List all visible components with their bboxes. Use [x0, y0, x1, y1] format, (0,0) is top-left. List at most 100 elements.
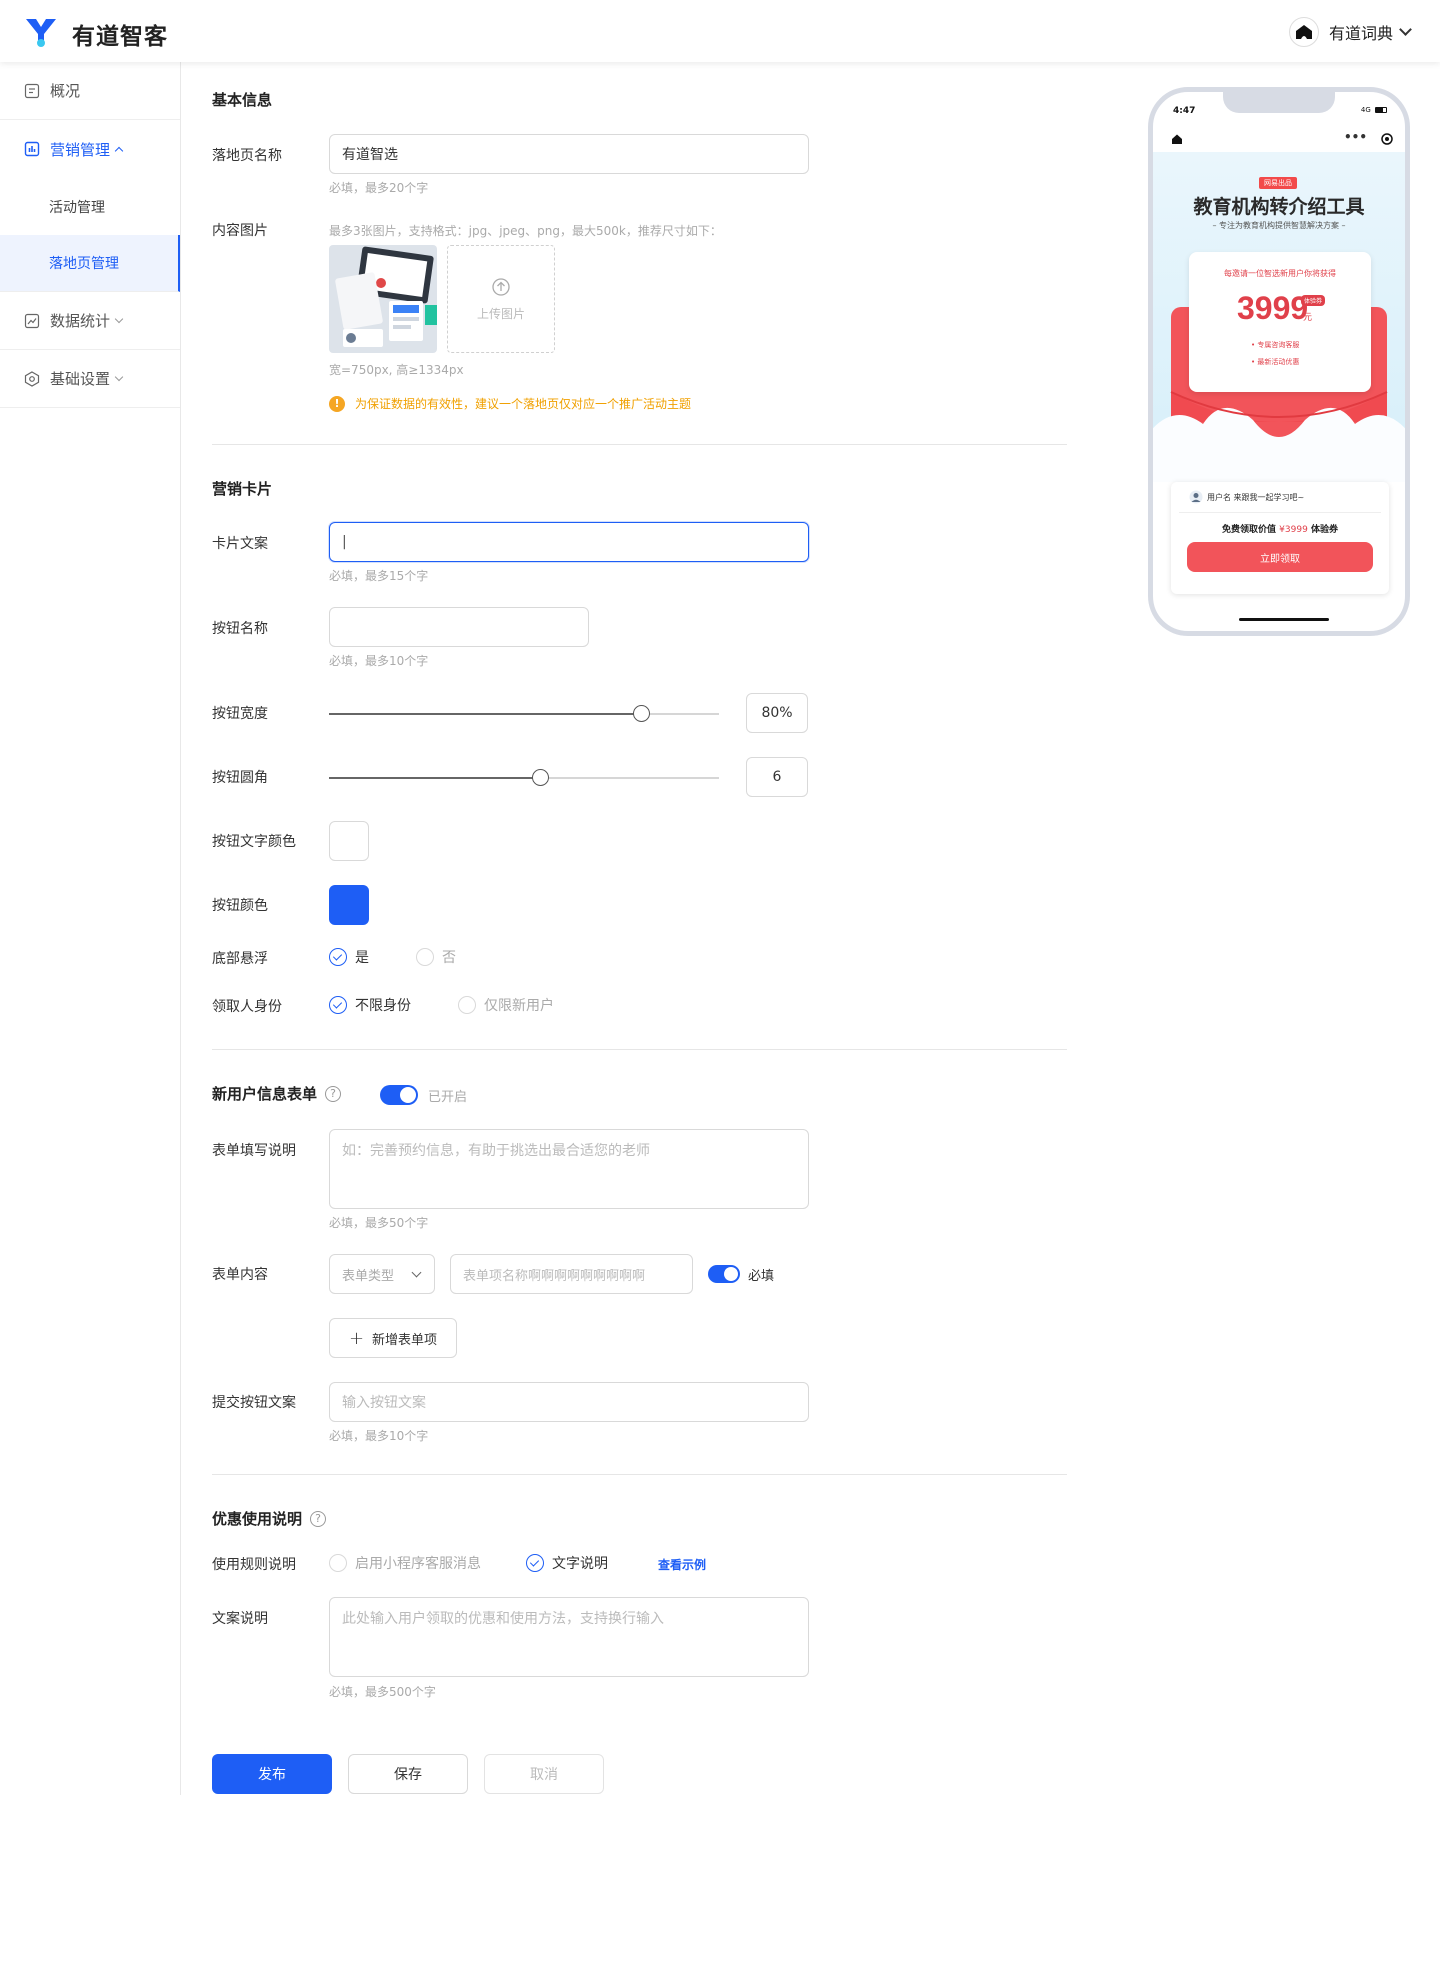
battery-icon	[1375, 107, 1387, 113]
card-copy-input[interactable]: |	[329, 522, 809, 562]
claimer-new-radio[interactable]: 仅限新用户	[458, 995, 554, 1015]
radio-label: 仅限新用户	[484, 998, 554, 1014]
radio-label: 启用小程序客服消息	[355, 1556, 481, 1572]
close-capsule-icon[interactable]	[1381, 133, 1393, 145]
card-copy-hint: 必填，最多15个字	[329, 569, 429, 583]
chevron-up-icon	[114, 146, 124, 155]
slider-handle[interactable]	[531, 769, 549, 786]
avatar	[1288, 17, 1319, 47]
placeholder: 如：完善预约信息，有助于挑选出最合适您的老师	[342, 1143, 650, 1159]
sidebar-item-label: 基础设置	[50, 370, 111, 388]
button-name-input[interactable]	[329, 607, 589, 647]
radio-checked-icon	[329, 996, 347, 1014]
content-image-thumbnail[interactable]	[329, 245, 437, 353]
section-title-card: 营销卡片	[212, 480, 273, 498]
button-color-swatch[interactable]	[329, 885, 369, 925]
help-icon[interactable]: ?	[310, 1510, 327, 1527]
form-enable-toggle[interactable]	[380, 1085, 418, 1105]
image-hint: 最多3张图片，支持格式：jpg、jpeg、png，最大500k，推荐尺寸如下：	[329, 224, 722, 238]
chevron-down-icon	[114, 372, 124, 381]
coupon-copy-label: 文案说明	[212, 1611, 268, 1627]
cancel-button[interactable]: 取消	[484, 1754, 604, 1794]
sidebar-item-label: 概况	[50, 82, 81, 100]
submit-text-input[interactable]: 输入按钮文案	[329, 1382, 809, 1422]
button-name-label: 按钮名称	[212, 621, 268, 637]
hexagon-settings-icon	[24, 370, 40, 387]
divider	[212, 444, 1067, 445]
button-name-hint: 必填，最多10个字	[329, 654, 429, 668]
upload-image-button[interactable]: 上传图片	[447, 245, 555, 353]
add-form-item-button[interactable]: + 新增表单项	[329, 1318, 457, 1358]
claimer-any-radio[interactable]: 不限身份	[329, 995, 411, 1015]
publish-button[interactable]: 发布	[212, 1754, 332, 1794]
save-button[interactable]: 保存	[348, 1754, 468, 1794]
button-width-label: 按钮宽度	[212, 706, 268, 722]
claim-now-button[interactable]: 立即领取	[1187, 542, 1373, 572]
form-content-label: 表单内容	[212, 1267, 268, 1283]
rule-text-radio[interactable]: 文字说明	[526, 1553, 608, 1573]
coupon-copy-hint: 必填，最多500个字	[329, 1685, 436, 1699]
sidebar-subitem-landing-page[interactable]: 落地页管理	[0, 235, 180, 292]
user-name: 有道词典	[1328, 24, 1393, 43]
chevron-down-icon	[1399, 23, 1412, 36]
help-icon[interactable]: ?	[325, 1085, 342, 1102]
form-desc-label: 表单填写说明	[212, 1143, 296, 1159]
form-desc-hint: 必填，最多50个字	[329, 1216, 429, 1230]
radio-unchecked-icon	[458, 996, 476, 1014]
card-copy-label: 卡片文案	[212, 536, 268, 552]
sidebar-item-marketing[interactable]: 营销管理	[0, 120, 180, 178]
invite-text: 每邀请一位智选新用户你将获得	[1224, 269, 1336, 278]
required-label: 必填	[748, 1269, 775, 1284]
section-title-coupon: 优惠使用说明 ?	[212, 1508, 327, 1529]
network-label: 4G	[1360, 106, 1371, 114]
form-item-name-input[interactable]: 表单项名称啊啊啊啊啊啊啊啊啊	[450, 1254, 693, 1294]
plus-icon: +	[348, 1327, 365, 1349]
sidebar-item-overview[interactable]: 概况	[0, 62, 180, 120]
button-text-color-swatch[interactable]	[329, 821, 369, 861]
float-yes-radio[interactable]: 是	[329, 947, 369, 967]
chart-box-icon	[24, 141, 40, 157]
required-toggle[interactable]	[708, 1265, 740, 1283]
rule-miniprogram-radio[interactable]: 启用小程序客服消息	[329, 1553, 481, 1573]
slider-handle[interactable]	[633, 705, 650, 722]
form-type-select[interactable]: 表单类型	[329, 1254, 435, 1294]
float-no-radio[interactable]: 否	[416, 947, 456, 967]
radio-label: 文字说明	[552, 1556, 608, 1572]
amount-unit: 元	[1303, 313, 1313, 323]
red-envelope-front	[1153, 391, 1405, 482]
radio-label: 是	[355, 950, 369, 966]
sidebar-item-settings[interactable]: 基础设置	[0, 350, 180, 408]
page-name-value: 有道智选	[342, 147, 398, 163]
user-menu[interactable]: 有道词典	[1288, 16, 1412, 48]
divider	[212, 1474, 1067, 1475]
button-width-slider[interactable]	[329, 705, 719, 722]
mini-program-nav: •••	[1153, 126, 1405, 152]
button-radius-slider[interactable]	[329, 769, 719, 786]
document-icon	[24, 83, 40, 98]
sidebar-item-label: 营销管理	[50, 140, 111, 159]
home-icon[interactable]	[1171, 133, 1183, 145]
status-signal: 4G	[1361, 106, 1387, 114]
value-suffix: 体验券	[1307, 525, 1338, 535]
section-title-text: 优惠使用说明	[212, 1510, 303, 1528]
app-screens-image	[329, 245, 437, 353]
coupon-copy-textarea[interactable]: 此处输入用户领取的优惠和使用方法，支持换行输入	[329, 1597, 809, 1677]
slider-fill	[329, 777, 540, 779]
top-header: 有道智客 有道词典	[0, 0, 1440, 62]
button-radius-value[interactable]: 6	[746, 757, 808, 797]
view-example-link[interactable]: 查看示例	[658, 1556, 706, 1573]
phone-preview: 4:47 4G ••• 网易出品 教育机构转介绍工具 – 专注为教育机构提供智慧…	[1148, 87, 1410, 636]
chevron-down-icon	[411, 1267, 422, 1278]
sidebar-item-statistics[interactable]: 数据统计	[0, 292, 180, 350]
page-name-input[interactable]: 有道智选	[329, 134, 809, 174]
sidebar-subitem-activity[interactable]: 活动管理	[0, 178, 180, 235]
reward-amount: 3999	[1237, 290, 1309, 326]
form-desc-textarea[interactable]: 如：完善预约信息，有助于挑选出最合适您的老师	[329, 1129, 809, 1209]
more-dots-icon[interactable]: •••	[1344, 130, 1367, 144]
brand-name: 有道智客	[72, 24, 168, 50]
divider	[212, 1049, 1067, 1050]
warning-text: 为保证数据的有效性，建议一个落地页仅对应一个推广活动主题	[355, 397, 692, 411]
button-width-value[interactable]: 80%	[746, 693, 808, 733]
radio-unchecked-icon	[329, 1554, 347, 1572]
section-title-text: 新用户信息表单	[212, 1085, 318, 1103]
